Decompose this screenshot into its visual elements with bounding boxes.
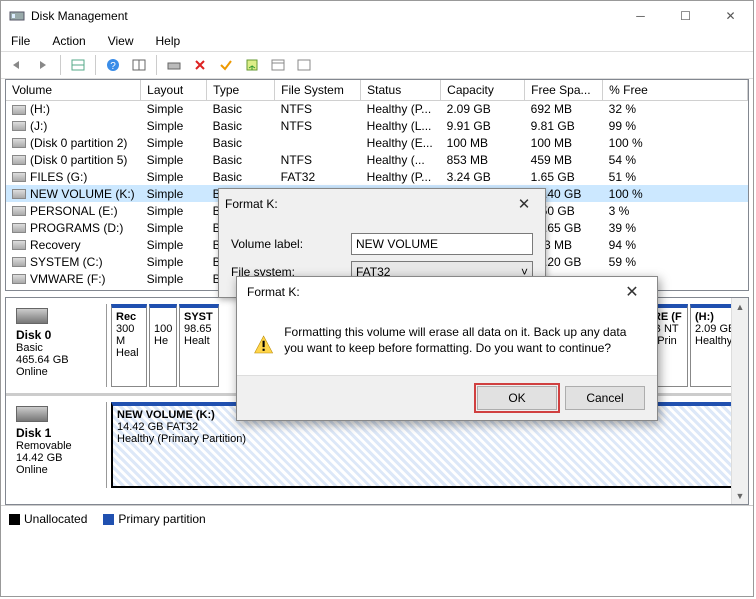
volume-row[interactable]: (H:)SimpleBasicNTFSHealthy (P...2.09 GB6… bbox=[6, 100, 748, 117]
ok-button[interactable]: OK bbox=[477, 386, 557, 410]
menu-help[interactable]: Help bbox=[152, 32, 185, 50]
menubar: File Action View Help bbox=[1, 31, 753, 51]
col-status[interactable]: Status bbox=[361, 80, 441, 100]
volume-row[interactable]: FILES (G:)SimpleBasicFAT32Healthy (P...3… bbox=[6, 168, 748, 185]
format-dialog-titlebar[interactable]: Format K: ✕ bbox=[219, 189, 545, 219]
menu-action[interactable]: Action bbox=[48, 32, 89, 50]
col-fs[interactable]: File System bbox=[275, 80, 361, 100]
col-volume[interactable]: Volume bbox=[6, 80, 141, 100]
partition[interactable]: 100He bbox=[149, 304, 177, 387]
warning-icon bbox=[253, 325, 274, 365]
volume-label-label: Volume label: bbox=[231, 237, 351, 251]
svg-text:?: ? bbox=[110, 61, 116, 72]
more-button[interactable] bbox=[292, 54, 316, 76]
col-pct[interactable]: % Free bbox=[603, 80, 748, 100]
minimize-button[interactable]: ─ bbox=[618, 1, 663, 31]
close-icon[interactable]: ✕ bbox=[617, 282, 647, 302]
col-capacity[interactable]: Capacity bbox=[441, 80, 525, 100]
disk-icon bbox=[16, 406, 48, 422]
close-button[interactable]: ✕ bbox=[708, 1, 753, 31]
disk-0-info[interactable]: Disk 0 Basic 465.64 GB Online bbox=[12, 304, 107, 387]
settings-button[interactable] bbox=[266, 54, 290, 76]
disk-1-info[interactable]: Disk 1 Removable 14.42 GB Online bbox=[12, 402, 107, 488]
view-icon bbox=[132, 59, 146, 71]
scrollbar[interactable]: ▲ ▼ bbox=[731, 298, 748, 504]
delete-button[interactable] bbox=[188, 54, 212, 76]
attach-button[interactable] bbox=[240, 54, 264, 76]
back-button[interactable] bbox=[5, 54, 29, 76]
volume-row[interactable]: (J:)SimpleBasicNTFSHealthy (L...9.91 GB9… bbox=[6, 117, 748, 134]
arrow-right-icon bbox=[36, 59, 50, 71]
help-button[interactable]: ? bbox=[101, 54, 125, 76]
panes-icon bbox=[71, 59, 85, 71]
confirm-dialog: Format K: ✕ Formatting this volume will … bbox=[236, 276, 658, 421]
check-button[interactable] bbox=[214, 54, 238, 76]
scroll-down-icon[interactable]: ▼ bbox=[732, 487, 748, 504]
attach-icon bbox=[245, 58, 259, 72]
col-type[interactable]: Type bbox=[207, 80, 275, 100]
confirm-dialog-titlebar[interactable]: Format K: ✕ bbox=[237, 277, 657, 307]
scroll-up-icon[interactable]: ▲ bbox=[732, 298, 748, 315]
partition[interactable]: SYST98.65Healt bbox=[179, 304, 219, 387]
close-icon[interactable]: ✕ bbox=[509, 195, 539, 213]
arrow-left-icon bbox=[10, 59, 24, 71]
col-free[interactable]: Free Spa... bbox=[525, 80, 603, 100]
volume-label-input[interactable] bbox=[351, 233, 533, 255]
forward-button[interactable] bbox=[31, 54, 55, 76]
disk-1-label: Disk 1 bbox=[16, 426, 51, 440]
menu-file[interactable]: File bbox=[7, 32, 34, 50]
legend-unallocated-swatch bbox=[9, 514, 20, 525]
confirm-message: Formatting this volume will erase all da… bbox=[284, 325, 641, 365]
partition[interactable]: Rec300 MHeal bbox=[111, 304, 147, 387]
grid-icon bbox=[297, 59, 311, 71]
disk-small-icon bbox=[167, 59, 181, 71]
show-hide-button[interactable] bbox=[66, 54, 90, 76]
refresh-button[interactable] bbox=[127, 54, 151, 76]
legend-primary-swatch bbox=[103, 514, 114, 525]
titlebar[interactable]: Disk Management ─ ☐ ✕ bbox=[1, 1, 753, 31]
disk-icon bbox=[16, 308, 48, 324]
disk-0-label: Disk 0 bbox=[16, 328, 51, 342]
legend: Unallocated Primary partition bbox=[1, 505, 753, 531]
app-icon bbox=[9, 8, 25, 24]
column-headers[interactable]: Volume Layout Type File System Status Ca… bbox=[6, 80, 748, 100]
list-icon bbox=[271, 59, 285, 71]
x-icon bbox=[193, 58, 207, 72]
window-title: Disk Management bbox=[31, 9, 618, 23]
volume-row[interactable]: (Disk 0 partition 2)SimpleBasicHealthy (… bbox=[6, 134, 748, 151]
disk-management-window: Disk Management ─ ☐ ✕ File Action View H… bbox=[0, 0, 754, 597]
help-icon: ? bbox=[106, 58, 120, 72]
cancel-button[interactable]: Cancel bbox=[565, 386, 645, 410]
check-icon bbox=[219, 58, 233, 72]
menu-view[interactable]: View bbox=[104, 32, 138, 50]
maximize-button[interactable]: ☐ bbox=[663, 1, 708, 31]
toolbar: ? bbox=[1, 51, 753, 79]
properties-button[interactable] bbox=[162, 54, 186, 76]
col-layout[interactable]: Layout bbox=[141, 80, 207, 100]
volume-row[interactable]: (Disk 0 partition 5)SimpleBasicNTFSHealt… bbox=[6, 151, 748, 168]
